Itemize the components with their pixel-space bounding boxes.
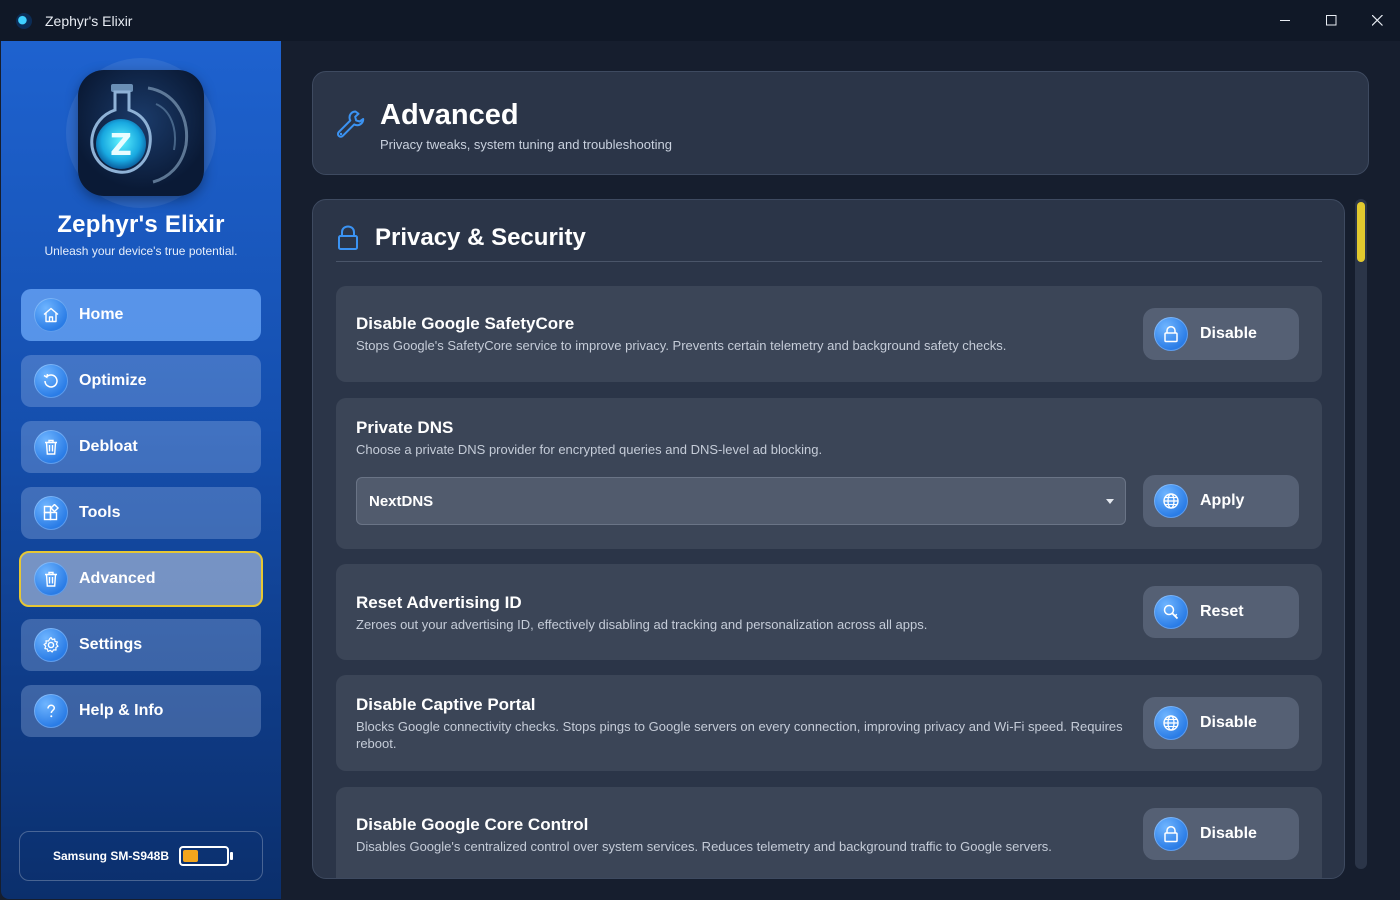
option-title: Reset Advertising ID bbox=[356, 593, 522, 612]
app-icon bbox=[16, 12, 32, 29]
battery-icon bbox=[179, 846, 234, 866]
sidebar-item-label: Optimize bbox=[79, 372, 147, 389]
sidebar-item-optimize[interactable]: Optimize bbox=[21, 355, 261, 407]
disable-safetycore-button[interactable]: Disable bbox=[1143, 308, 1299, 360]
dns-provider-select[interactable]: NextDNS bbox=[356, 477, 1126, 525]
sidebar-item-label: Settings bbox=[79, 636, 143, 653]
chevron-down-icon bbox=[1106, 499, 1114, 504]
sidebar-item-label: Help & Info bbox=[79, 702, 164, 719]
content-scrollbar[interactable] bbox=[1355, 199, 1367, 869]
search-key-icon bbox=[1154, 595, 1188, 629]
lock-icon bbox=[1154, 317, 1188, 351]
section-header: Privacy & Security bbox=[336, 224, 1322, 262]
lock-icon bbox=[1154, 817, 1188, 851]
maximize-icon bbox=[1325, 15, 1336, 26]
app-logo: Z bbox=[78, 70, 204, 196]
privacy-security-section: Privacy & Security Disable Google Safety… bbox=[312, 199, 1345, 879]
page-title: Advanced bbox=[380, 99, 519, 131]
option-disable-safetycore: Disable Google SafetyCore Stops Google's… bbox=[336, 286, 1322, 382]
scrollbar-thumb[interactable] bbox=[1357, 202, 1365, 262]
option-title: Disable Captive Portal bbox=[356, 695, 536, 714]
sidebar-item-label: Tools bbox=[79, 504, 121, 521]
sidebar: Z Zephyr's Elixir Unleash your device's … bbox=[1, 41, 281, 899]
button-label: Disable bbox=[1200, 714, 1257, 731]
sidebar-item-label: Debloat bbox=[79, 438, 138, 455]
option-title: Disable Google SafetyCore bbox=[356, 314, 575, 333]
window-controls bbox=[1262, 0, 1400, 41]
option-disable-google-core-control: Disable Google Core Control Disables Goo… bbox=[336, 787, 1322, 878]
dns-selected-value: NextDNS bbox=[369, 492, 434, 510]
option-description: Blocks Google connectivity checks. Stops… bbox=[356, 719, 1123, 751]
page-header: Advanced Privacy tweaks, system tuning a… bbox=[312, 71, 1369, 175]
lock-icon bbox=[338, 225, 358, 250]
sidebar-nav: Home Optimize Debloat Tools Advanced Set… bbox=[19, 289, 263, 751]
apply-dns-button[interactable]: Apply bbox=[1143, 475, 1299, 527]
potion-logo-icon: Z bbox=[90, 84, 189, 184]
sidebar-item-label: Home bbox=[79, 306, 124, 323]
disable-core-control-button[interactable]: Disable bbox=[1143, 808, 1299, 860]
reset-advertising-id-button[interactable]: Reset bbox=[1143, 586, 1299, 638]
gear-icon bbox=[34, 628, 68, 662]
brand-name: Zephyr's Elixir bbox=[57, 211, 225, 238]
help-icon bbox=[34, 694, 68, 728]
option-title: Disable Google Core Control bbox=[356, 815, 589, 834]
sidebar-item-advanced[interactable]: Advanced bbox=[19, 551, 263, 607]
brand-tagline: Unleash your device's true potential. bbox=[44, 244, 238, 258]
option-description: Zeroes out your advertising ID, effectiv… bbox=[356, 617, 928, 632]
option-reset-advertising-id: Reset Advertising ID Zeroes out your adv… bbox=[336, 564, 1322, 660]
minimize-icon bbox=[1279, 20, 1290, 21]
tools-icon bbox=[34, 496, 68, 530]
option-description: Disables Google's centralized control ov… bbox=[356, 839, 1052, 854]
sidebar-item-tools[interactable]: Tools bbox=[21, 487, 261, 539]
section-title: Privacy & Security bbox=[375, 224, 586, 251]
close-icon bbox=[1371, 15, 1383, 26]
title-bar: Zephyr's Elixir bbox=[0, 0, 1400, 41]
globe-icon bbox=[1154, 484, 1188, 518]
option-description: Stops Google's SafetyCore service to imp… bbox=[356, 338, 1007, 353]
close-button[interactable] bbox=[1354, 0, 1400, 41]
option-description: Choose a private DNS provider for encryp… bbox=[356, 442, 823, 457]
trash-icon bbox=[34, 430, 68, 464]
device-status: Samsung SM-S948B bbox=[19, 831, 263, 881]
page-subtitle: Privacy tweaks, system tuning and troubl… bbox=[380, 137, 672, 152]
sidebar-item-label: Advanced bbox=[79, 570, 156, 587]
wrench-icon bbox=[336, 110, 365, 138]
button-label: Reset bbox=[1200, 603, 1244, 620]
battery-level bbox=[183, 850, 199, 862]
option-disable-captive-portal: Disable Captive Portal Blocks Google con… bbox=[336, 675, 1322, 771]
sidebar-item-settings[interactable]: Settings bbox=[21, 619, 261, 671]
home-icon bbox=[34, 298, 68, 332]
sidebar-item-home[interactable]: Home bbox=[21, 289, 261, 341]
button-label: Disable bbox=[1200, 325, 1257, 342]
disable-captive-portal-button[interactable]: Disable bbox=[1143, 697, 1299, 749]
trash-icon bbox=[34, 562, 68, 596]
button-label: Disable bbox=[1200, 825, 1257, 842]
globe-icon bbox=[1154, 706, 1188, 740]
maximize-button[interactable] bbox=[1308, 0, 1354, 41]
sidebar-item-debloat[interactable]: Debloat bbox=[21, 421, 261, 473]
refresh-icon bbox=[34, 364, 68, 398]
option-private-dns: Private DNS Choose a private DNS provide… bbox=[336, 398, 1322, 549]
window-title: Zephyr's Elixir bbox=[45, 12, 133, 29]
device-name: Samsung SM-S948B bbox=[52, 849, 170, 863]
svg-text:Z: Z bbox=[110, 128, 132, 163]
sidebar-item-help[interactable]: Help & Info bbox=[21, 685, 261, 737]
option-title: Private DNS bbox=[356, 418, 454, 437]
button-label: Apply bbox=[1200, 492, 1245, 509]
minimize-button[interactable] bbox=[1262, 0, 1308, 41]
